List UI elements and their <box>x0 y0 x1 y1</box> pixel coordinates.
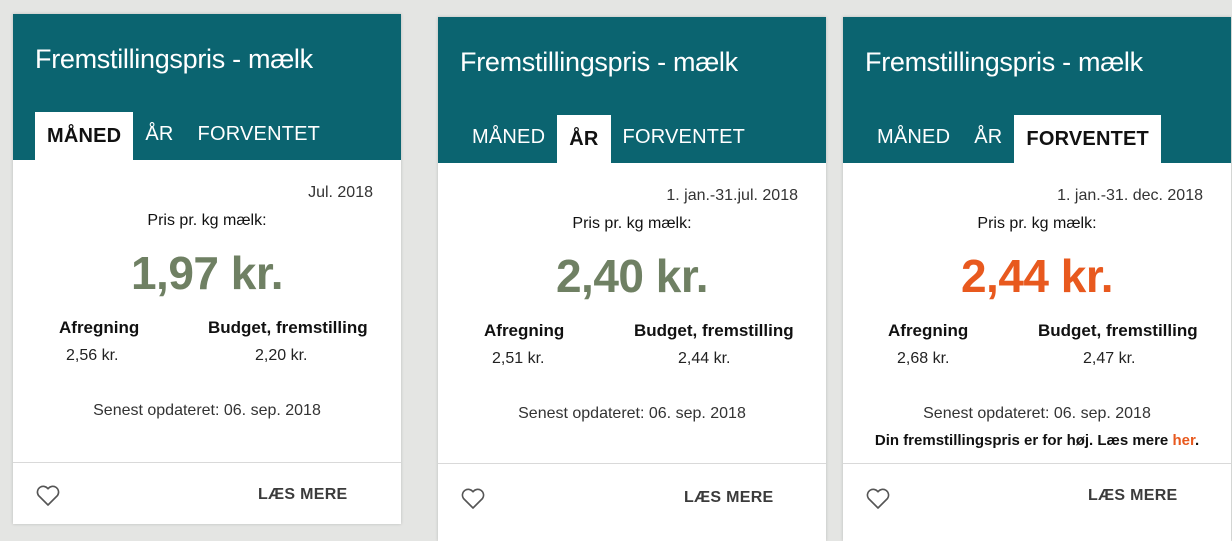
settlement-value: 2,51 kr. <box>492 350 545 367</box>
price-value: 2,44 kr. <box>960 250 1114 302</box>
read-more-link[interactable]: LÆS MERE <box>258 486 348 504</box>
divider <box>843 463 1231 464</box>
card-title: Fremstillingspris - mælk <box>865 47 1143 77</box>
read-more-link[interactable]: LÆS MERE <box>1088 487 1178 505</box>
tab-expected[interactable]: FORVENTET <box>186 112 333 160</box>
period-label: 1. jan.-31.jul. 2018 <box>666 187 798 204</box>
heart-icon[interactable] <box>865 487 891 511</box>
period-label: 1. jan.-31. dec. 2018 <box>1057 187 1203 204</box>
heart-icon[interactable] <box>460 487 486 511</box>
price-label: Pris pr. kg mælk: <box>147 212 267 229</box>
settlement-label: Afregning <box>888 321 969 340</box>
tab-expected[interactable]: FORVENTET <box>1014 115 1161 163</box>
card-header: Fremstillingspris - mælk MÅNED ÅR FORVEN… <box>438 17 826 163</box>
price-card-month: Fremstillingspris - mælk MÅNED ÅR FORVEN… <box>13 14 401 524</box>
card-title: Fremstillingspris - mælk <box>460 47 738 77</box>
tab-bar: MÅNED ÅR FORVENTET <box>35 112 332 160</box>
updated-label: Senest opdateret: 06. sep. 2018 <box>923 405 1151 422</box>
tab-year[interactable]: ÅR <box>133 112 185 160</box>
card-title: Fremstillingspris - mælk <box>35 44 313 74</box>
price-card-year: Fremstillingspris - mælk MÅNED ÅR FORVEN… <box>438 17 826 541</box>
tab-year[interactable]: ÅR <box>962 115 1014 163</box>
tab-year[interactable]: ÅR <box>557 115 611 163</box>
card-header: Fremstillingspris - mælk MÅNED ÅR FORVEN… <box>13 14 401 160</box>
settlement-label: Afregning <box>484 321 565 340</box>
budget-value: 2,20 kr. <box>255 347 308 364</box>
budget-label: Budget, fremstilling <box>634 321 794 340</box>
updated-label: Senest opdateret: 06. sep. 2018 <box>518 405 746 422</box>
tab-month[interactable]: MÅNED <box>865 115 962 163</box>
budget-label: Budget, fremstilling <box>1038 321 1198 340</box>
tab-bar: MÅNED ÅR FORVENTET <box>865 115 1161 163</box>
warning-message: Din fremstillingspris er for høj. Læs me… <box>843 432 1231 449</box>
price-label: Pris pr. kg mælk: <box>572 215 692 232</box>
warning-end: . <box>1194 432 1200 449</box>
price-value: 1,97 kr. <box>130 247 284 299</box>
tab-month[interactable]: MÅNED <box>35 112 134 160</box>
price-card-expected: Fremstillingspris - mælk MÅNED ÅR FORVEN… <box>843 17 1231 541</box>
settlement-label: Afregning <box>59 318 140 337</box>
price-value: 2,40 kr. <box>555 250 709 302</box>
heart-icon[interactable] <box>35 484 61 508</box>
settlement-value: 2,68 kr. <box>897 350 950 367</box>
settlement-value: 2,56 kr. <box>66 347 119 364</box>
divider <box>438 463 826 464</box>
read-more-link[interactable]: LÆS MERE <box>684 489 774 507</box>
tab-month[interactable]: MÅNED <box>460 115 557 163</box>
budget-value: 2,47 kr. <box>1083 350 1136 367</box>
updated-label: Senest opdateret: 06. sep. 2018 <box>93 402 321 419</box>
card-header: Fremstillingspris - mælk MÅNED ÅR FORVEN… <box>843 17 1231 163</box>
warning-link[interactable]: her <box>1172 432 1195 449</box>
budget-label: Budget, fremstilling <box>208 318 368 337</box>
warning-text: Din fremstillingspris er for høj. Læs me… <box>874 432 1169 449</box>
tab-bar: MÅNED ÅR FORVENTET <box>460 115 757 163</box>
tab-expected[interactable]: FORVENTET <box>611 115 758 163</box>
period-label: Jul. 2018 <box>308 184 373 201</box>
price-label: Pris pr. kg mælk: <box>977 215 1097 232</box>
divider <box>13 462 401 463</box>
budget-value: 2,44 kr. <box>678 350 731 367</box>
